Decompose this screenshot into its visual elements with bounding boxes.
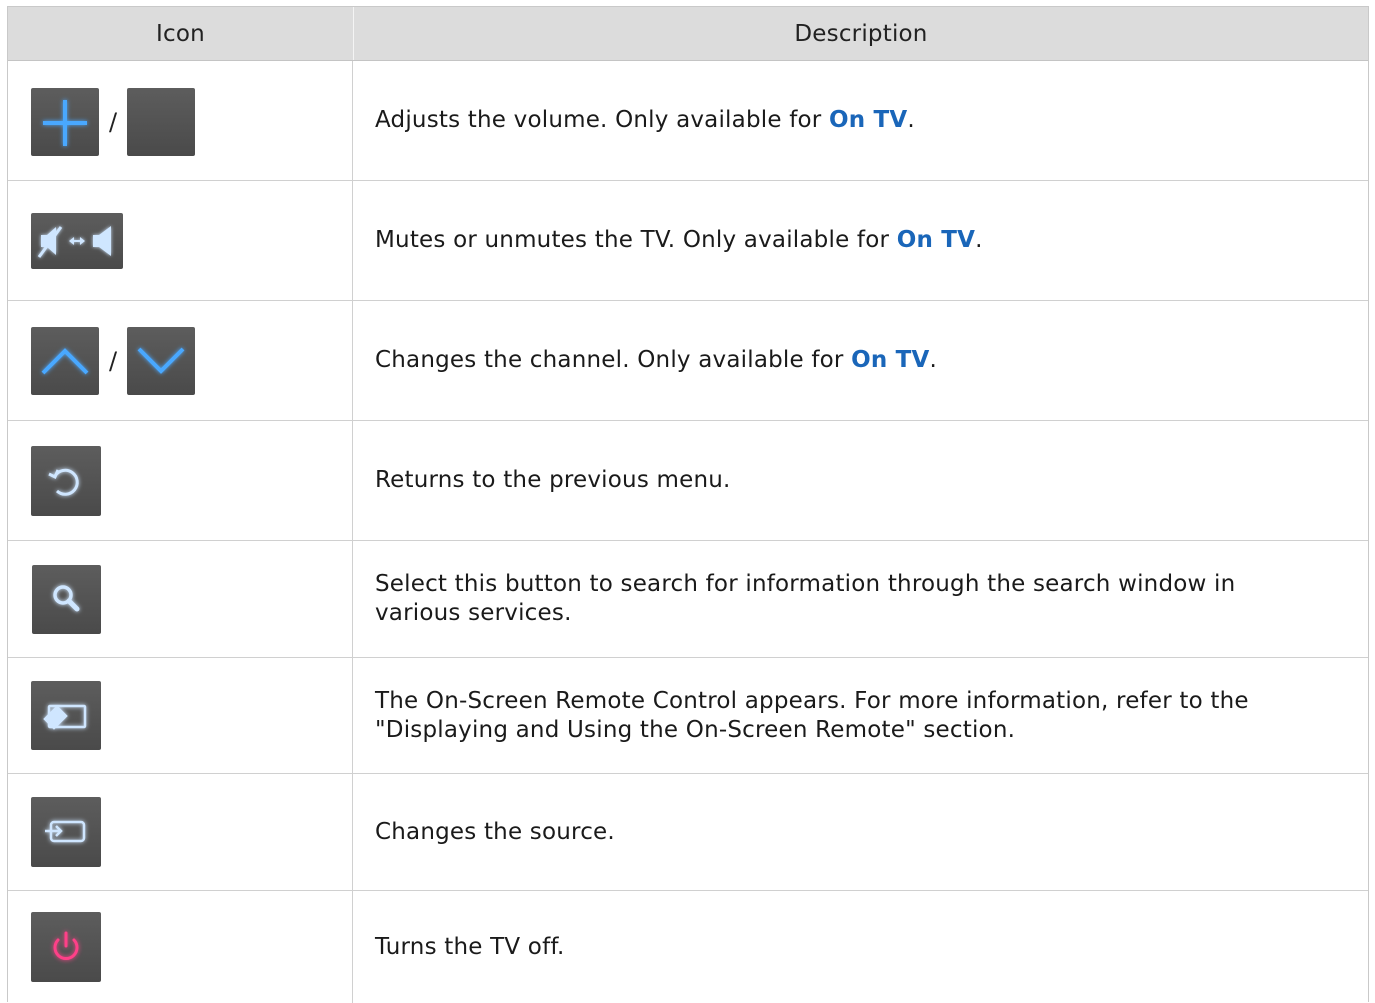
on-tv-link: On TV (851, 347, 930, 373)
row-description: Changes the source. (375, 818, 615, 845)
return-icon[interactable] (31, 445, 101, 516)
table-row: / Changes the channel. Only available fo… (8, 301, 1368, 421)
table-row: Mutes or unmutes the TV. Only available … (8, 181, 1368, 301)
table-row: Select this button to search for informa… (8, 541, 1368, 658)
icon-separator: / (109, 107, 118, 136)
chevron-down-icon[interactable] (127, 326, 196, 395)
on-tv-link: On TV (896, 227, 976, 253)
remote-control-icon[interactable] (31, 681, 101, 750)
table-row: / Adjusts the volume. Only available for… (8, 61, 1368, 181)
table-row: Turns the TV off. (8, 891, 1368, 1003)
minus-icon[interactable] (127, 87, 196, 156)
plus-icon[interactable] (31, 87, 99, 156)
row-description: Changes the channel. Only available for … (375, 347, 938, 373)
header-icon: Icon (8, 7, 354, 60)
table-row: The On-Screen Remote Control appears. Fo… (8, 658, 1368, 774)
power-icon[interactable] (31, 912, 101, 982)
header-description: Description (794, 20, 928, 47)
icon-table: Icon Description / Adjusts the volume. O… (7, 6, 1369, 1003)
chevron-up-icon[interactable] (31, 326, 99, 395)
on-tv-link: On TV (828, 107, 908, 133)
source-icon[interactable] (31, 797, 101, 867)
row-description: Mutes or unmutes the TV. Only available … (375, 227, 983, 253)
row-description: Adjusts the volume. Only available for O… (375, 107, 915, 133)
icon-separator: / (109, 346, 118, 375)
row-description: Turns the TV off. (375, 933, 565, 960)
table-header: Icon Description (8, 7, 1368, 61)
row-description: Select this button to search for informa… (375, 571, 1236, 626)
row-description: Returns to the previous menu. (375, 467, 731, 493)
table-row: Returns to the previous menu. (8, 421, 1368, 541)
row-description: The On-Screen Remote Control appears. Fo… (375, 687, 1249, 743)
mute-unmute-icon[interactable] (31, 212, 123, 269)
table-row: Changes the source. (8, 774, 1368, 891)
search-icon[interactable] (32, 564, 101, 634)
